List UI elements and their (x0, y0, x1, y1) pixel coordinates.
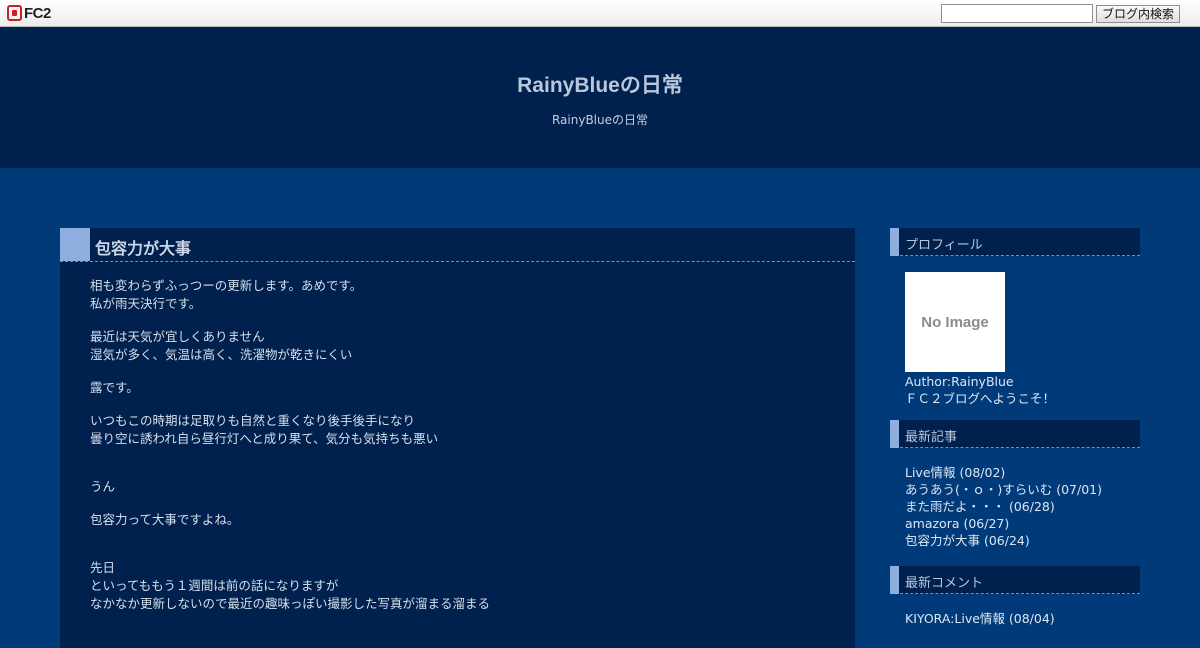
entry-line: 相も変わらずふっつーの更新します。あめです。 (90, 278, 363, 293)
entry-title-marker (60, 228, 90, 261)
list-item: 包容力が大事 (06/24) (905, 532, 1140, 549)
entry-line: 先日 (90, 560, 116, 575)
blog-search-input[interactable] (941, 4, 1093, 23)
entry-header: 包容力が大事 (60, 228, 855, 262)
entry-line (90, 364, 830, 379)
recent-posts-title: 最新記事 (905, 430, 958, 445)
recent-posts-header: 最新記事 (890, 420, 1140, 448)
blog-entry: 包容力が大事 相も変わらずふっつーの更新します。あめです。 私が雨天決行です。 … (60, 228, 855, 648)
recent-comments-body: KIYORA:Live情報 (08/04) (890, 594, 1140, 627)
entry-line (90, 448, 830, 463)
entry-body: 相も変わらずふっつーの更新します。あめです。 私が雨天決行です。 最近は天気が宜… (90, 277, 830, 613)
profile-author: Author:RainyBlue (905, 374, 1014, 389)
entry-line (90, 313, 830, 328)
entry-line (90, 496, 830, 511)
entry-line: 曇り空に誘われ自ら昼行灯へと成り果て、気分も気持ちも悪い (90, 431, 439, 446)
fc2-topbar: FC2 ブログ内検索 (0, 0, 1200, 27)
recent-post-link[interactable]: amazora (06/27) (905, 516, 1009, 531)
plugin-title-marker (890, 228, 899, 256)
entry-line: 私が雨天決行です。 (90, 296, 202, 311)
recent-comment-link[interactable]: KIYORA:Live情報 (08/04) (905, 611, 1055, 626)
entry-line: 露です。 (90, 380, 139, 395)
profile-body: No Image Author:RainyBlue ＦＣ２ブログへようこそ！ (890, 256, 1140, 407)
list-item: Live情報 (08/02) (905, 464, 1140, 481)
recent-comments-plugin: 最新コメント KIYORA:Live情報 (08/04) (890, 566, 1140, 627)
entry-line: うん (90, 479, 116, 494)
fc2-logo[interactable]: FC2 (7, 4, 51, 22)
recent-post-link[interactable]: あうあう(・ｏ・)すらいむ (07/01) (905, 482, 1102, 497)
entry-line (90, 529, 830, 544)
fc2-logo-icon (7, 5, 22, 21)
list-item: また雨だよ・・・ (06/28) (905, 498, 1140, 515)
profile-avatar: No Image (905, 272, 1005, 372)
recent-post-link[interactable]: また雨だよ・・・ (06/28) (905, 499, 1055, 514)
list-item: amazora (06/27) (905, 515, 1140, 532)
entry-line: 最近は天気が宜しくありません (90, 329, 265, 344)
recent-posts-body: Live情報 (08/02) あうあう(・ｏ・)すらいむ (07/01) また雨… (890, 448, 1140, 549)
plugin-title-marker (890, 420, 899, 448)
profile-message: ＦＣ２ブログへようこそ！ (905, 391, 1056, 406)
recent-post-link[interactable]: 包容力が大事 (06/24) (905, 533, 1030, 548)
profile-plugin: プロフィール No Image Author:RainyBlue ＦＣ２ブログへ… (890, 228, 1140, 407)
fc2-logo-text: FC2 (24, 4, 51, 22)
plugin-title-marker (890, 566, 899, 594)
blog-header: RainyBlueの日常 RainyBlueの日常 (0, 27, 1200, 168)
entry-line: といってももう１週間は前の話になりますが (90, 578, 339, 593)
recent-comments-title: 最新コメント (905, 576, 984, 591)
recent-comments-header: 最新コメント (890, 566, 1140, 594)
recent-post-link[interactable]: Live情報 (08/02) (905, 465, 1005, 480)
list-item: あうあう(・ｏ・)すらいむ (07/01) (905, 481, 1140, 498)
blog-search-button[interactable]: ブログ内検索 (1096, 5, 1180, 23)
recent-comments-list: KIYORA:Live情報 (08/04) (905, 610, 1140, 627)
site-title[interactable]: RainyBlueの日常 (0, 69, 1200, 99)
entry-line: いつもこの時期は足取りも自然と重くなり後手後手になり (90, 413, 416, 428)
entry-line: なかなか更新しないので最近の趣味っぽい撮影した写真が溜まる溜まる (90, 596, 491, 611)
entry-line (90, 463, 830, 478)
entry-line (90, 544, 830, 559)
list-item: KIYORA:Live情報 (08/04) (905, 610, 1140, 627)
profile-title: プロフィール (905, 238, 983, 253)
entry-title[interactable]: 包容力が大事 (95, 235, 191, 259)
recent-posts-list: Live情報 (08/02) あうあう(・ｏ・)すらいむ (07/01) また雨… (905, 464, 1140, 549)
entry-line: 湿気が多く、気温は高く、洗濯物が乾きにくい (90, 347, 353, 362)
entry-line: 包容力って大事ですよね。 (90, 512, 240, 527)
entry-line (90, 397, 830, 412)
profile-header: プロフィール (890, 228, 1140, 256)
recent-posts-plugin: 最新記事 Live情報 (08/02) あうあう(・ｏ・)すらいむ (07/01… (890, 420, 1140, 549)
site-description: RainyBlueの日常 (551, 113, 649, 127)
